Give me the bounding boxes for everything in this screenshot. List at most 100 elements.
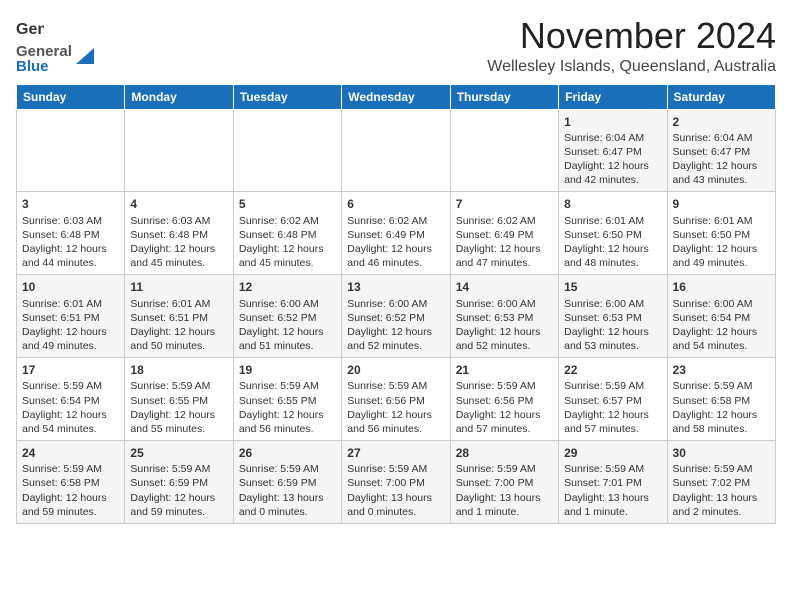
day-number: 4 <box>130 196 227 212</box>
cell-text-line: Sunrise: 6:02 AM <box>239 214 336 228</box>
calendar-cell: 14Sunrise: 6:00 AMSunset: 6:53 PMDayligh… <box>450 275 558 358</box>
cell-text-line: Sunset: 6:54 PM <box>673 311 770 325</box>
day-number: 18 <box>130 362 227 378</box>
cell-text-line: Sunset: 6:54 PM <box>22 394 119 408</box>
cell-text-line: and 1 minute. <box>564 505 661 519</box>
cell-text-line: and 45 minutes. <box>239 256 336 270</box>
month-title: November 2024 <box>487 16 776 56</box>
cell-text-line: and 2 minutes. <box>673 505 770 519</box>
cell-text-line: Sunset: 6:55 PM <box>239 394 336 408</box>
cell-text-line: and 58 minutes. <box>673 422 770 436</box>
calendar-cell: 4Sunrise: 6:03 AMSunset: 6:48 PMDaylight… <box>125 192 233 275</box>
cell-text-line: Daylight: 12 hours <box>130 491 227 505</box>
calendar-week-5: 24Sunrise: 5:59 AMSunset: 6:58 PMDayligh… <box>17 441 776 524</box>
cell-text-line: Sunset: 7:00 PM <box>456 476 553 490</box>
day-number: 15 <box>564 279 661 295</box>
cell-text-line: Daylight: 12 hours <box>456 325 553 339</box>
cell-text-line: Sunrise: 5:59 AM <box>22 462 119 476</box>
calendar-cell <box>450 109 558 192</box>
cell-text-line: Sunrise: 5:59 AM <box>456 379 553 393</box>
cell-text-line: and 55 minutes. <box>130 422 227 436</box>
column-header-sunday: Sunday <box>17 84 125 109</box>
day-number: 21 <box>456 362 553 378</box>
cell-text-line: and 48 minutes. <box>564 256 661 270</box>
calendar-cell <box>125 109 233 192</box>
title-block: November 2024 Wellesley Islands, Queensl… <box>487 16 776 76</box>
cell-text-line: Sunset: 6:57 PM <box>564 394 661 408</box>
cell-text-line: Sunrise: 6:01 AM <box>130 297 227 311</box>
cell-text-line: and 49 minutes. <box>22 339 119 353</box>
cell-text-line: and 1 minute. <box>456 505 553 519</box>
cell-text-line: Sunrise: 6:00 AM <box>564 297 661 311</box>
cell-text-line: and 46 minutes. <box>347 256 444 270</box>
cell-text-line: and 43 minutes. <box>673 173 770 187</box>
cell-text-line: Sunrise: 6:00 AM <box>673 297 770 311</box>
cell-text-line: Sunset: 6:53 PM <box>456 311 553 325</box>
day-number: 6 <box>347 196 444 212</box>
cell-text-line: Sunrise: 6:04 AM <box>673 131 770 145</box>
day-number: 13 <box>347 279 444 295</box>
cell-text-line: Daylight: 12 hours <box>239 242 336 256</box>
calendar-cell: 15Sunrise: 6:00 AMSunset: 6:53 PMDayligh… <box>559 275 667 358</box>
cell-text-line: Sunset: 6:49 PM <box>456 228 553 242</box>
cell-text-line: Sunset: 7:00 PM <box>347 476 444 490</box>
calendar-cell: 20Sunrise: 5:59 AMSunset: 6:56 PMDayligh… <box>342 358 450 441</box>
cell-text-line: Daylight: 12 hours <box>673 408 770 422</box>
cell-text-line: Sunset: 6:55 PM <box>130 394 227 408</box>
calendar-cell: 7Sunrise: 6:02 AMSunset: 6:49 PMDaylight… <box>450 192 558 275</box>
cell-text-line: Sunset: 6:51 PM <box>22 311 119 325</box>
cell-text-line: Sunset: 6:52 PM <box>239 311 336 325</box>
calendar-cell: 8Sunrise: 6:01 AMSunset: 6:50 PMDaylight… <box>559 192 667 275</box>
cell-text-line: Daylight: 12 hours <box>130 325 227 339</box>
cell-text-line: Daylight: 12 hours <box>22 491 119 505</box>
cell-text-line: Daylight: 12 hours <box>347 325 444 339</box>
day-number: 12 <box>239 279 336 295</box>
column-header-saturday: Saturday <box>667 84 775 109</box>
calendar-cell: 10Sunrise: 6:01 AMSunset: 6:51 PMDayligh… <box>17 275 125 358</box>
cell-text-line: Daylight: 12 hours <box>564 325 661 339</box>
calendar-cell: 26Sunrise: 5:59 AMSunset: 6:59 PMDayligh… <box>233 441 341 524</box>
cell-text-line: Sunrise: 6:00 AM <box>347 297 444 311</box>
calendar-cell: 29Sunrise: 5:59 AMSunset: 7:01 PMDayligh… <box>559 441 667 524</box>
cell-text-line: Daylight: 12 hours <box>22 325 119 339</box>
calendar-week-3: 10Sunrise: 6:01 AMSunset: 6:51 PMDayligh… <box>17 275 776 358</box>
cell-text-line: Sunset: 6:48 PM <box>239 228 336 242</box>
cell-text-line: Sunrise: 5:59 AM <box>22 379 119 393</box>
cell-text-line: Daylight: 12 hours <box>564 159 661 173</box>
cell-text-line: Sunrise: 5:59 AM <box>347 462 444 476</box>
cell-text-line: Daylight: 12 hours <box>564 242 661 256</box>
calendar-cell: 24Sunrise: 5:59 AMSunset: 6:58 PMDayligh… <box>17 441 125 524</box>
column-header-tuesday: Tuesday <box>233 84 341 109</box>
cell-text-line: Sunset: 6:58 PM <box>22 476 119 490</box>
day-number: 27 <box>347 445 444 461</box>
column-header-wednesday: Wednesday <box>342 84 450 109</box>
cell-text-line: Daylight: 13 hours <box>456 491 553 505</box>
cell-text-line: Daylight: 12 hours <box>456 242 553 256</box>
calendar-cell: 3Sunrise: 6:03 AMSunset: 6:48 PMDaylight… <box>17 192 125 275</box>
cell-text-line: Sunset: 6:59 PM <box>130 476 227 490</box>
calendar-cell: 16Sunrise: 6:00 AMSunset: 6:54 PMDayligh… <box>667 275 775 358</box>
cell-text-line: Sunset: 6:49 PM <box>347 228 444 242</box>
calendar-cell: 30Sunrise: 5:59 AMSunset: 7:02 PMDayligh… <box>667 441 775 524</box>
day-number: 9 <box>673 196 770 212</box>
cell-text-line: Sunrise: 5:59 AM <box>456 462 553 476</box>
calendar-cell: 11Sunrise: 6:01 AMSunset: 6:51 PMDayligh… <box>125 275 233 358</box>
calendar-cell: 19Sunrise: 5:59 AMSunset: 6:55 PMDayligh… <box>233 358 341 441</box>
logo: General General Blue <box>16 16 96 74</box>
logo-icon: General <box>16 16 44 44</box>
column-header-friday: Friday <box>559 84 667 109</box>
page-header: General General Blue November 2024 Welle… <box>16 16 776 76</box>
cell-text-line: and 54 minutes. <box>673 339 770 353</box>
calendar-week-2: 3Sunrise: 6:03 AMSunset: 6:48 PMDaylight… <box>17 192 776 275</box>
cell-text-line: Sunset: 6:58 PM <box>673 394 770 408</box>
cell-text-line: Daylight: 12 hours <box>347 408 444 422</box>
calendar-header-row: SundayMondayTuesdayWednesdayThursdayFrid… <box>17 84 776 109</box>
day-number: 20 <box>347 362 444 378</box>
day-number: 28 <box>456 445 553 461</box>
cell-text-line: and 42 minutes. <box>564 173 661 187</box>
calendar-cell: 25Sunrise: 5:59 AMSunset: 6:59 PMDayligh… <box>125 441 233 524</box>
cell-text-line: Daylight: 12 hours <box>239 325 336 339</box>
cell-text-line: Sunset: 6:48 PM <box>22 228 119 242</box>
cell-text-line: Daylight: 12 hours <box>22 242 119 256</box>
cell-text-line: Sunrise: 5:59 AM <box>130 462 227 476</box>
